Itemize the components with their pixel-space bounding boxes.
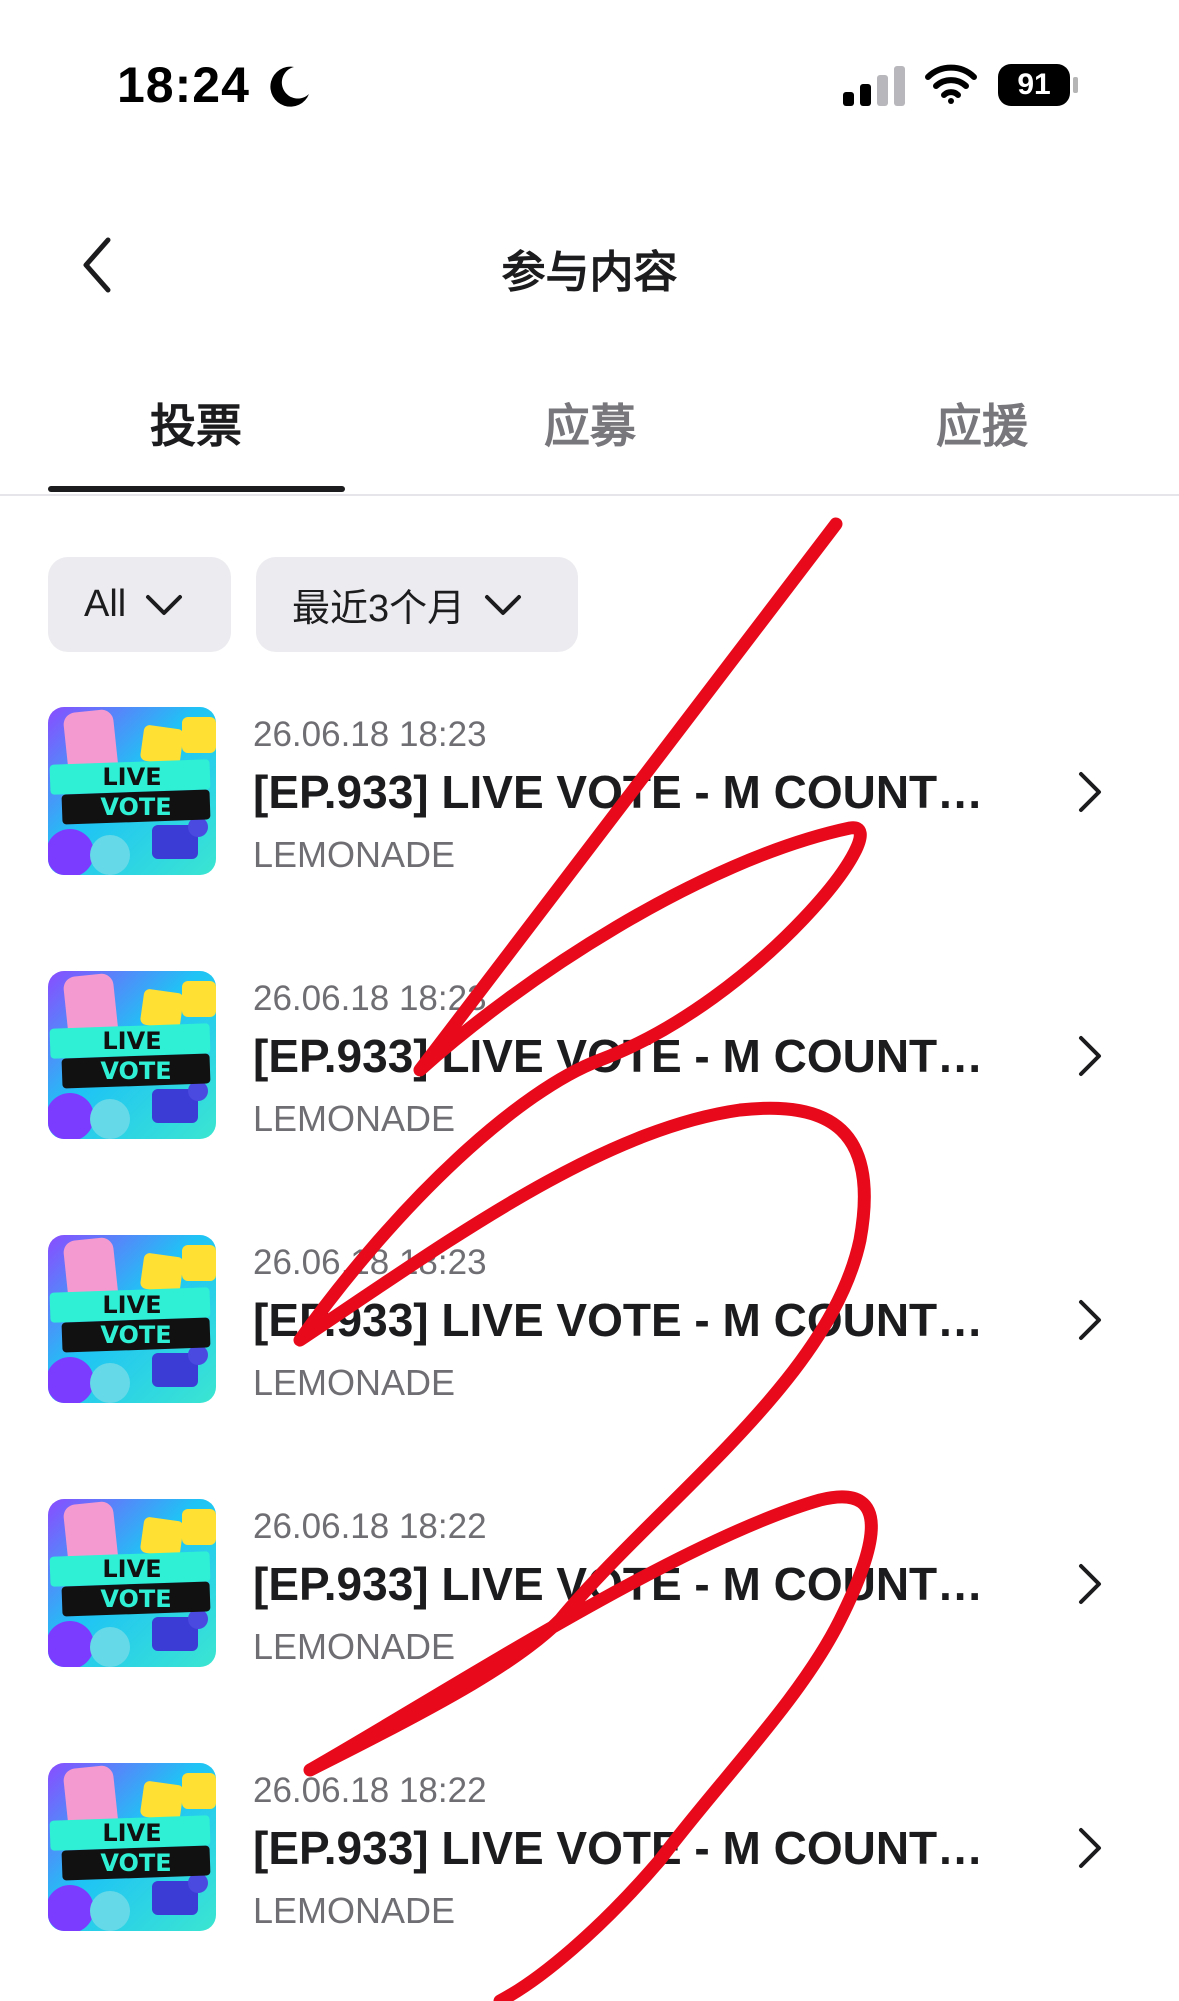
thumbnail-vote-text: VOTE — [100, 793, 171, 821]
status-time: 18:24 — [117, 57, 250, 113]
item-artist: LEMONADE — [253, 834, 456, 875]
thumbnail-live-text: LIVE — [102, 1027, 161, 1055]
battery-indicator: 91 — [998, 64, 1078, 106]
wifi-icon — [925, 64, 977, 104]
item-date: 26.06.18 18:22 — [253, 1771, 487, 1810]
chevron-right-icon — [1079, 1036, 1101, 1076]
thumbnail-vote-text: VOTE — [100, 1849, 171, 1877]
item-date: 26.06.18 18:23 — [253, 979, 487, 1018]
tab-support[interactable]: 应援 — [832, 390, 1132, 456]
live-vote-thumbnail: LIVE VOTE — [48, 971, 216, 1139]
period-filter-label: 最近3个月 — [292, 588, 466, 630]
item-title: [EP.933] LIVE VOTE - M COUNTDOWN — [253, 1030, 1013, 1082]
signal-icon — [843, 66, 905, 106]
list-item[interactable]: LIVE VOTE 26.06.18 18:23 [EP.933] LIVE V… — [0, 971, 1179, 1171]
item-date: 26.06.18 18:23 — [253, 715, 487, 754]
item-title: [EP.933] LIVE VOTE - M COUNTDOWN — [253, 766, 1013, 818]
item-date: 26.06.18 18:22 — [253, 1507, 487, 1546]
item-artist: LEMONADE — [253, 1098, 456, 1139]
item-artist: LEMONADE — [253, 1362, 456, 1403]
live-vote-thumbnail: LIVE VOTE — [48, 1235, 216, 1403]
item-title: [EP.933] LIVE VOTE - M COUNTDOWN — [253, 1558, 1013, 1610]
thumbnail-live-text: LIVE — [102, 1819, 161, 1847]
battery-level: 91 — [1017, 68, 1051, 101]
live-vote-thumbnail: LIVE VOTE — [48, 707, 216, 875]
page-title: 参与内容 — [501, 248, 678, 297]
thumbnail-vote-text: VOTE — [100, 1321, 171, 1349]
tab-bar: 投票 应募 应援 — [0, 370, 1179, 496]
tab-vote[interactable]: 投票 — [46, 390, 346, 456]
category-filter-dropdown[interactable]: All — [48, 557, 231, 652]
nav-bar: 参与内容 — [0, 190, 1179, 330]
tab-apply[interactable]: 应募 — [440, 390, 740, 456]
thumbnail-vote-text: VOTE — [100, 1057, 171, 1085]
thumbnail-live-text: LIVE — [102, 1291, 161, 1319]
live-vote-thumbnail: LIVE VOTE — [48, 1499, 216, 1667]
item-title: [EP.933] LIVE VOTE - M COUNTDOWN — [253, 1294, 1013, 1346]
chevron-down-icon — [146, 594, 183, 615]
thumbnail-live-text: LIVE — [102, 1555, 161, 1583]
list-item[interactable]: LIVE VOTE 26.06.18 18:23 [EP.933] LIVE V… — [0, 707, 1179, 907]
list-item[interactable]: LIVE VOTE 26.06.18 18:23 [EP.933] LIVE V… — [0, 1235, 1179, 1435]
chevron-right-icon — [1079, 1564, 1101, 1604]
chevron-right-icon — [1079, 1828, 1101, 1868]
active-tab-indicator — [48, 486, 345, 492]
chevron-down-icon — [485, 594, 522, 615]
list-item[interactable]: LIVE VOTE 26.06.18 18:22 [EP.933] LIVE V… — [0, 1499, 1179, 1699]
period-filter-dropdown[interactable]: 最近3个月 — [256, 557, 578, 652]
item-artist: LEMONADE — [253, 1890, 456, 1931]
chevron-right-icon — [1079, 1300, 1101, 1340]
list-item[interactable]: LIVE VOTE 26.06.18 18:22 [EP.933] LIVE V… — [0, 1763, 1179, 1963]
item-title: [EP.933] LIVE VOTE - M COUNTDOWN — [253, 1822, 1013, 1874]
thumbnail-vote-text: VOTE — [100, 1585, 171, 1613]
thumbnail-live-text: LIVE — [102, 763, 161, 791]
chevron-right-icon — [1079, 772, 1101, 812]
item-date: 26.06.18 18:23 — [253, 1243, 487, 1282]
category-filter-label: All — [84, 583, 127, 625]
item-artist: LEMONADE — [253, 1626, 456, 1667]
status-bar: 18:24 91 — [0, 0, 1179, 170]
live-vote-thumbnail: LIVE VOTE — [48, 1763, 216, 1931]
moon-icon — [270, 66, 309, 107]
